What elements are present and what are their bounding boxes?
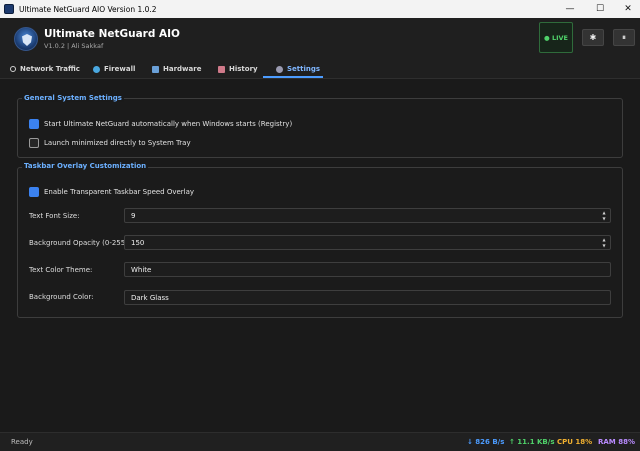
autostart-checkbox[interactable]: Start Ultimate NetGuard automatically wh… <box>29 119 292 129</box>
active-tab-indicator <box>263 76 323 78</box>
app-version-author: V1.0.2 | Ali Sakkaf <box>44 42 104 50</box>
app-icon <box>4 4 14 14</box>
tab-label: Network Traffic <box>20 65 80 73</box>
minimize-button[interactable]: — <box>556 0 584 18</box>
status-bar: Ready ↓ 826 B/s ↑ 11.1 KB/s CPU 18% RAM … <box>0 432 640 451</box>
tab-label: History <box>229 65 258 73</box>
close-button[interactable]: ✕ <box>614 0 640 18</box>
general-settings-title: General System Settings <box>22 94 124 102</box>
text-color-select[interactable]: White <box>124 262 611 277</box>
text-color-label: Text Color Theme: <box>29 266 93 274</box>
cpu-usage: CPU 18% <box>557 438 593 446</box>
opacity-label: Background Opacity (0-255): <box>29 239 131 247</box>
font-size-label: Text Font Size: <box>29 212 80 220</box>
upload-speed: ↑ 11.1 KB/s <box>509 438 555 446</box>
tab-history[interactable]: History <box>218 60 258 78</box>
overlay-enable-label: Enable Transparent Taskbar Speed Overlay <box>44 188 195 196</box>
pause-button[interactable]: ⏸ <box>613 29 635 46</box>
tab-firewall[interactable]: Firewall <box>93 60 135 78</box>
firewall-icon <box>93 65 100 73</box>
history-icon <box>218 65 225 73</box>
window-title: Ultimate NetGuard AIO Version 1.0.2 <box>19 4 157 14</box>
tab-label: Firewall <box>104 65 136 73</box>
checkbox-unchecked[interactable] <box>29 138 39 148</box>
autostart-label: Start Ultimate NetGuard automatically wh… <box>44 120 293 128</box>
start-minimized-checkbox[interactable]: Launch minimized directly to System Tray <box>29 138 191 148</box>
shield-logo-icon <box>14 27 38 51</box>
tab-network-traffic[interactable]: Network Traffic <box>10 60 80 78</box>
status-text: Ready <box>11 438 33 446</box>
opacity-value: 150 <box>131 238 145 247</box>
ram-usage: RAM 88% <box>598 438 635 446</box>
window-titlebar: Ultimate NetGuard AIO Version 1.0.2 — ☐ … <box>0 0 640 18</box>
bg-color-value: Dark Glass <box>131 293 169 302</box>
bg-color-select[interactable]: Dark Glass <box>124 290 611 305</box>
spin-arrows-icon[interactable]: ▲ ▼ <box>601 210 607 222</box>
tab-label: Hardware <box>163 65 202 73</box>
tab-hardware[interactable]: Hardware <box>152 60 201 78</box>
hardware-icon <box>152 65 159 73</box>
bg-color-label: Background Color: <box>29 293 94 301</box>
live-toggle-button[interactable]: ● LIVE <box>539 22 573 53</box>
circle-icon <box>10 66 16 72</box>
font-size-value: 9 <box>131 211 136 220</box>
start-minimized-label: Launch minimized directly to System Tray <box>44 139 191 147</box>
download-speed: ↓ 826 B/s <box>467 438 505 446</box>
spin-arrows-icon[interactable]: ▲ ▼ <box>601 237 607 249</box>
opacity-spinbox[interactable]: 150 ▲ ▼ <box>124 235 611 250</box>
app-name: Ultimate NetGuard AIO <box>44 28 180 40</box>
gear-icon <box>276 65 283 73</box>
font-size-spinbox[interactable]: 9 ▲ ▼ <box>124 208 611 223</box>
text-color-value: White <box>131 265 152 274</box>
overlay-settings-title: Taskbar Overlay Customization <box>22 162 149 170</box>
checkbox-checked[interactable] <box>29 119 39 129</box>
maximize-button[interactable]: ☐ <box>586 0 614 18</box>
overlay-enable-checkbox[interactable]: Enable Transparent Taskbar Speed Overlay <box>29 187 194 197</box>
tab-label: Settings <box>287 65 321 73</box>
theme-button[interactable]: ✱ <box>582 29 604 46</box>
checkbox-checked[interactable] <box>29 187 39 197</box>
